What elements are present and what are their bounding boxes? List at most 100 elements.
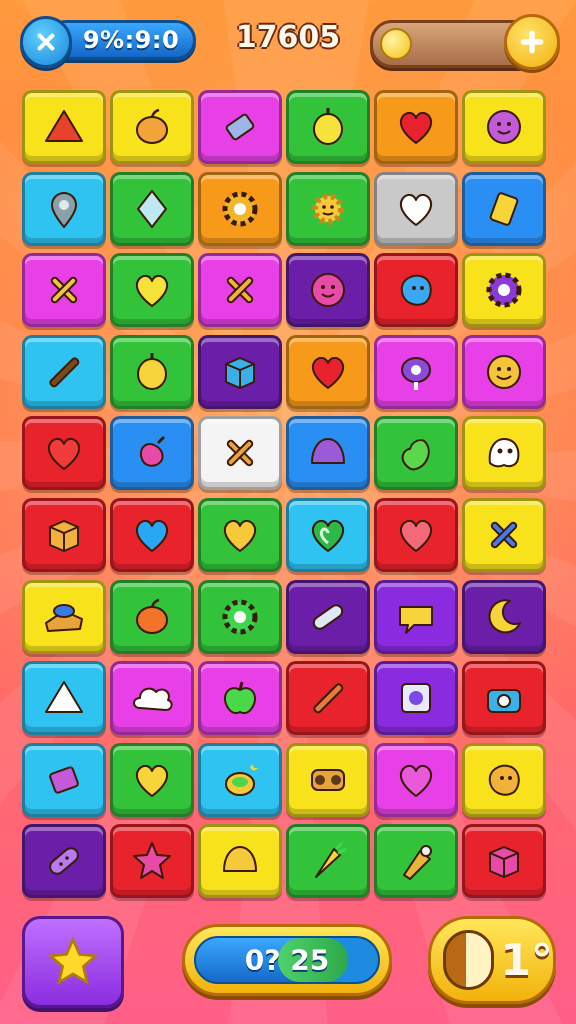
gear-icon bbox=[216, 185, 264, 233]
tile-r3-c5[interactable] bbox=[374, 253, 458, 328]
tile-r4-c5[interactable] bbox=[374, 334, 458, 409]
smiley-gear-icon bbox=[480, 103, 528, 151]
tile-r9-c6[interactable] bbox=[462, 742, 546, 817]
tile-r9-c3[interactable] bbox=[198, 742, 282, 817]
bandage-icon bbox=[40, 837, 88, 885]
tile-r9-c4[interactable] bbox=[286, 742, 370, 817]
tile-r5-c2[interactable] bbox=[110, 416, 194, 491]
tile-r7-c6[interactable] bbox=[462, 579, 546, 654]
tile-r4-c1[interactable] bbox=[22, 334, 106, 409]
tile-r2-c3[interactable] bbox=[198, 171, 282, 246]
pear-icon bbox=[392, 429, 440, 477]
tile-r1-c1[interactable] bbox=[22, 90, 106, 164]
heart-icon bbox=[392, 511, 440, 559]
gear-icon bbox=[216, 593, 264, 641]
triangle-gem-icon bbox=[40, 103, 88, 151]
tile-r1-c6[interactable] bbox=[462, 90, 546, 164]
tile-r2-c1[interactable] bbox=[22, 171, 106, 246]
tile-r6-c3[interactable] bbox=[198, 497, 282, 572]
tile-r1-c5[interactable] bbox=[374, 90, 458, 164]
tile-r5-c3[interactable] bbox=[198, 416, 282, 491]
tile-r2-c4[interactable] bbox=[286, 171, 370, 246]
tile-r8-c2[interactable] bbox=[110, 661, 194, 736]
gear-icon bbox=[480, 266, 528, 314]
tile-r3-c3[interactable] bbox=[198, 253, 282, 328]
tile-r6-c5[interactable] bbox=[374, 497, 458, 572]
tile-r2-c6[interactable] bbox=[462, 171, 546, 246]
leaf-heart-icon bbox=[304, 511, 352, 559]
tile-r8-c1[interactable] bbox=[22, 661, 106, 736]
level-button[interactable]: 1° bbox=[428, 916, 556, 1004]
tile-r3-c4[interactable] bbox=[286, 253, 370, 328]
tile-r8-c5[interactable] bbox=[374, 661, 458, 736]
star-icon bbox=[128, 837, 176, 885]
close-button[interactable] bbox=[20, 16, 72, 68]
tile-r10-c6[interactable] bbox=[462, 824, 546, 899]
tile-r7-c4[interactable] bbox=[286, 579, 370, 654]
tile-r6-c4[interactable] bbox=[286, 497, 370, 572]
tile-r4-c6[interactable] bbox=[462, 334, 546, 409]
frame-icon bbox=[392, 674, 440, 722]
tile-r5-c5[interactable] bbox=[374, 416, 458, 491]
tile-r3-c6[interactable] bbox=[462, 253, 546, 328]
star-icon bbox=[47, 936, 99, 986]
tile-r5-c4[interactable] bbox=[286, 416, 370, 491]
carrot-icon bbox=[304, 837, 352, 885]
cloud-icon bbox=[128, 674, 176, 722]
tile-r10-c5[interactable] bbox=[374, 824, 458, 899]
progress-bar: 0? 25 bbox=[182, 924, 392, 996]
tile-r7-c2[interactable] bbox=[110, 579, 194, 654]
tile-r7-c1[interactable] bbox=[22, 579, 106, 654]
tile-r8-c4[interactable] bbox=[286, 661, 370, 736]
heart-icon bbox=[128, 511, 176, 559]
heart-icon bbox=[392, 103, 440, 151]
tile-r6-c1[interactable] bbox=[22, 497, 106, 572]
tile-r8-c6[interactable] bbox=[462, 661, 546, 736]
star-booster-button[interactable] bbox=[22, 916, 124, 1008]
cheese-helmet-icon bbox=[40, 593, 88, 641]
lock-icon bbox=[443, 930, 495, 990]
tile-r3-c2[interactable] bbox=[110, 253, 194, 328]
tile-r5-c1[interactable] bbox=[22, 416, 106, 491]
tile-r1-c2[interactable] bbox=[110, 90, 194, 164]
tile-r10-c2[interactable] bbox=[110, 824, 194, 899]
tile-r9-c2[interactable] bbox=[110, 742, 194, 817]
tile-r9-c1[interactable] bbox=[22, 742, 106, 817]
tile-r10-c4[interactable] bbox=[286, 824, 370, 899]
blob-face-icon bbox=[392, 266, 440, 314]
heart-icon bbox=[128, 266, 176, 314]
dome-icon bbox=[304, 429, 352, 477]
tile-r8-c3[interactable] bbox=[198, 661, 282, 736]
moon-icon bbox=[480, 593, 528, 641]
crossed-sticks-icon bbox=[480, 511, 528, 559]
crossed-sticks-icon bbox=[40, 266, 88, 314]
tile-r2-c2[interactable] bbox=[110, 171, 194, 246]
tile-r1-c3[interactable] bbox=[198, 90, 282, 164]
lemon-icon bbox=[304, 103, 352, 151]
tile-r9-c5[interactable] bbox=[374, 742, 458, 817]
heart-icon bbox=[304, 348, 352, 396]
fruit-icon bbox=[128, 593, 176, 641]
tile-r4-c2[interactable] bbox=[110, 334, 194, 409]
tile-r4-c3[interactable] bbox=[198, 334, 282, 409]
tag-icon bbox=[480, 185, 528, 233]
tile-r6-c6[interactable] bbox=[462, 497, 546, 572]
tile-r7-c5[interactable] bbox=[374, 579, 458, 654]
crossed-sticks-icon bbox=[216, 266, 264, 314]
diamond-gem-icon bbox=[128, 185, 176, 233]
apple-icon bbox=[216, 674, 264, 722]
tile-r2-c5[interactable] bbox=[374, 171, 458, 246]
sun-face-icon bbox=[304, 185, 352, 233]
tile-r3-c1[interactable] bbox=[22, 253, 106, 328]
smiley-icon bbox=[480, 348, 528, 396]
camera-icon bbox=[480, 674, 528, 722]
tile-r5-c6[interactable] bbox=[462, 416, 546, 491]
tile-r1-c4[interactable] bbox=[286, 90, 370, 164]
add-coins-button[interactable] bbox=[504, 14, 560, 70]
tile-r4-c4[interactable] bbox=[286, 334, 370, 409]
tile-r10-c1[interactable] bbox=[22, 824, 106, 899]
tile-r10-c3[interactable] bbox=[198, 824, 282, 899]
tile-r6-c2[interactable] bbox=[110, 497, 194, 572]
map-pin-icon bbox=[40, 185, 88, 233]
tile-r7-c3[interactable] bbox=[198, 579, 282, 654]
